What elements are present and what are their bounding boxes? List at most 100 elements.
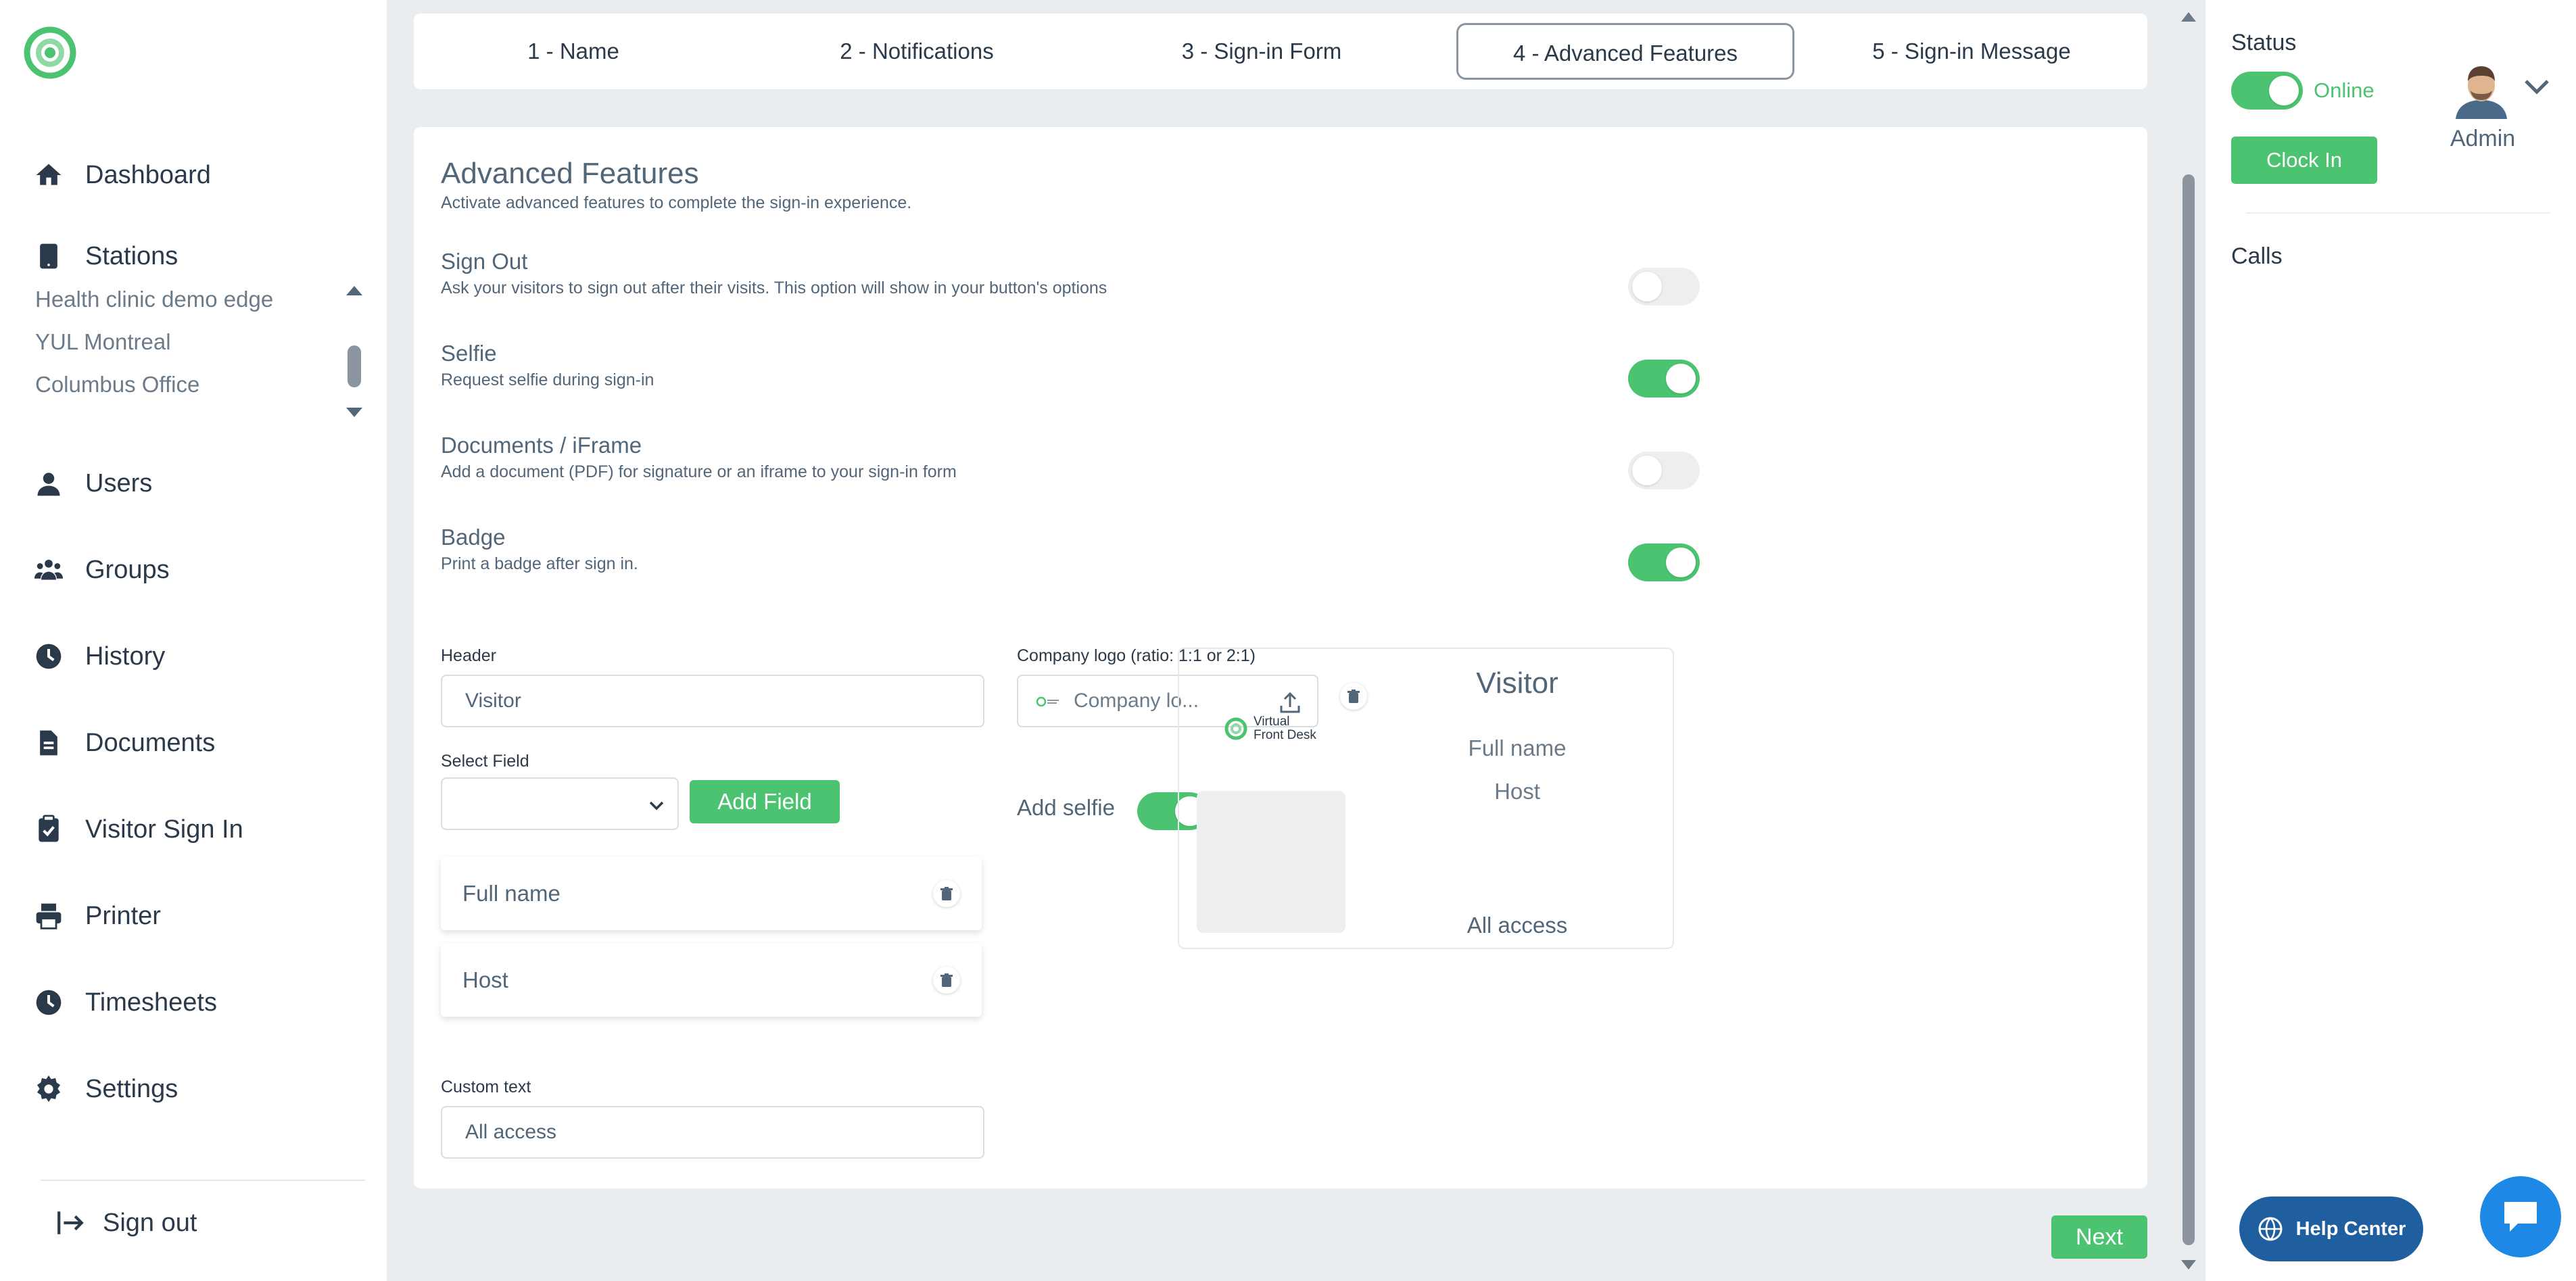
selfie-placeholder: [1197, 791, 1345, 933]
feature-selfie-title: Selfie: [441, 341, 497, 366]
custom-text-input[interactable]: All access: [441, 1106, 984, 1159]
sidebar: Dashboard Stations Direct Inc Health cli…: [0, 0, 387, 1281]
station-list: Direct Inc Health clinic demo edge YUL M…: [35, 265, 333, 427]
clock-icon: [36, 990, 62, 1015]
delete-field-button[interactable]: [933, 880, 960, 907]
feature-badge-title: Badge: [441, 525, 506, 550]
nav-timesheets[interactable]: Timesheets: [34, 979, 217, 1026]
chat-bubble-icon: [2504, 1202, 2537, 1232]
station-list-scrollbar[interactable]: [343, 281, 365, 422]
feature-selfie-desc: Request selfie during sign-in: [441, 370, 654, 389]
badge-preview-field: Host: [1494, 779, 1540, 804]
header-input-value: Visitor: [465, 690, 521, 712]
nav-timesheets-label: Timesheets: [85, 988, 217, 1017]
tab-sign-in-form[interactable]: 3 - Sign-in Form: [1126, 23, 1397, 80]
badge-field-name: Host: [462, 967, 508, 992]
station-item[interactable]: Direct Inc: [35, 265, 333, 278]
badge-preview-field: Full name: [1468, 735, 1567, 760]
globe-icon: [2258, 1217, 2283, 1241]
nav-printer[interactable]: Printer: [34, 892, 161, 940]
tab-notifications[interactable]: 2 - Notifications: [782, 23, 1052, 80]
station-item[interactable]: YUL Montreal: [35, 320, 333, 363]
nav-history-label: History: [85, 642, 166, 671]
logo-thumbnail-icon: [1036, 696, 1059, 707]
clipboard-check-icon: [39, 815, 59, 842]
badge-toggle[interactable]: [1628, 543, 1700, 581]
nav-visitor-sign-in-label: Visitor Sign In: [85, 815, 243, 844]
nav-visitor-sign-in[interactable]: Visitor Sign In: [34, 806, 243, 853]
trash-icon: [940, 887, 953, 900]
documents-toggle[interactable]: [1628, 452, 1700, 489]
nav-users[interactable]: Users: [34, 460, 152, 507]
sign-out-label: Sign out: [103, 1208, 197, 1237]
step-tabs: 1 - Name 2 - Notifications 3 - Sign-in F…: [414, 14, 2147, 89]
custom-text-label: Custom text: [441, 1078, 531, 1096]
nav-settings-label: Settings: [85, 1074, 178, 1103]
nav-users-label: Users: [85, 468, 153, 498]
home-icon: [36, 164, 62, 185]
tab-advanced-features[interactable]: 4 - Advanced Features: [1456, 23, 1794, 80]
right-divider: [2246, 212, 2550, 214]
sign-out-icon: [57, 1211, 84, 1234]
help-center-label: Help Center: [2295, 1217, 2406, 1240]
nav-settings[interactable]: Settings: [34, 1065, 178, 1113]
nav-documents-label: Documents: [85, 728, 216, 757]
user-name: Admin: [2450, 126, 2516, 151]
badge-field-item: Full name: [441, 857, 982, 930]
badge-field-name: Full name: [462, 881, 560, 906]
nav-groups-label: Groups: [85, 555, 170, 584]
tab-sign-in-message[interactable]: 5 - Sign-in Message: [1809, 23, 2134, 80]
chevron-down-icon[interactable]: [2523, 77, 2550, 97]
document-icon: [40, 730, 57, 756]
gear-icon: [37, 1075, 61, 1103]
next-button[interactable]: Next: [2051, 1215, 2147, 1259]
page-title: Advanced Features: [441, 157, 699, 190]
logo-text-line2: Front Desk: [1254, 728, 1316, 742]
select-field-dropdown[interactable]: [441, 777, 679, 830]
help-center-button[interactable]: Help Center: [2239, 1197, 2423, 1261]
clock-icon: [36, 644, 62, 669]
nav-printer-label: Printer: [85, 901, 161, 930]
select-field-label: Select Field: [441, 752, 529, 771]
custom-text-value: All access: [465, 1121, 557, 1143]
groups-icon: [34, 559, 64, 580]
nav-documents[interactable]: Documents: [34, 719, 215, 767]
status-label: Status: [2231, 30, 2297, 55]
add-field-button[interactable]: Add Field: [690, 780, 840, 823]
calls-label: Calls: [2231, 243, 2283, 269]
sign-out-button[interactable]: Sign out: [54, 1207, 197, 1239]
delete-field-button[interactable]: [933, 967, 960, 994]
feature-documents-title: Documents / iFrame: [441, 433, 642, 458]
main-scrollbar[interactable]: [2174, 0, 2203, 1281]
nav-dashboard[interactable]: Dashboard: [34, 151, 211, 199]
sign-out-toggle[interactable]: [1628, 268, 1700, 306]
status-toggle[interactable]: [2231, 72, 2303, 110]
badge-preview-custom-text: All access: [1466, 913, 1568, 938]
tab-name[interactable]: 1 - Name: [438, 23, 709, 80]
header-input[interactable]: Visitor: [441, 675, 984, 727]
sidebar-divider: [41, 1180, 365, 1181]
badge-field-item: Host: [441, 944, 982, 1017]
user-icon: [37, 473, 60, 496]
page-subtitle: Activate advanced features to complete t…: [441, 193, 912, 212]
station-item[interactable]: Columbus Office: [35, 363, 333, 406]
badge-preview: Visitor Virtual Front Desk Full name Hos…: [1178, 648, 1674, 949]
trash-icon: [940, 973, 953, 987]
chat-button[interactable]: [2480, 1176, 2561, 1257]
nav-groups[interactable]: Groups: [34, 546, 170, 594]
station-item[interactable]: Health clinic demo edge: [35, 278, 333, 320]
badge-preview-header: Visitor: [1476, 667, 1558, 700]
clock-in-button[interactable]: Clock In: [2231, 137, 2377, 184]
chevron-down-icon: [649, 801, 664, 811]
status-value: Online: [2314, 78, 2375, 102]
selfie-toggle[interactable]: [1628, 360, 1700, 397]
badge-preview-logo: Virtual Front Desk: [1224, 715, 1316, 742]
feature-badge-desc: Print a badge after sign in.: [441, 554, 638, 573]
app-logo-icon[interactable]: [23, 26, 77, 80]
nav-dashboard-label: Dashboard: [85, 160, 211, 189]
feature-documents-desc: Add a document (PDF) for signature or an…: [441, 462, 957, 481]
feature-sign-out-desc: Ask your visitors to sign out after thei…: [441, 279, 1107, 297]
nav-history[interactable]: History: [34, 633, 165, 680]
advanced-features-card: Advanced Features Activate advanced feat…: [414, 127, 2147, 1188]
avatar[interactable]: [2450, 61, 2512, 119]
